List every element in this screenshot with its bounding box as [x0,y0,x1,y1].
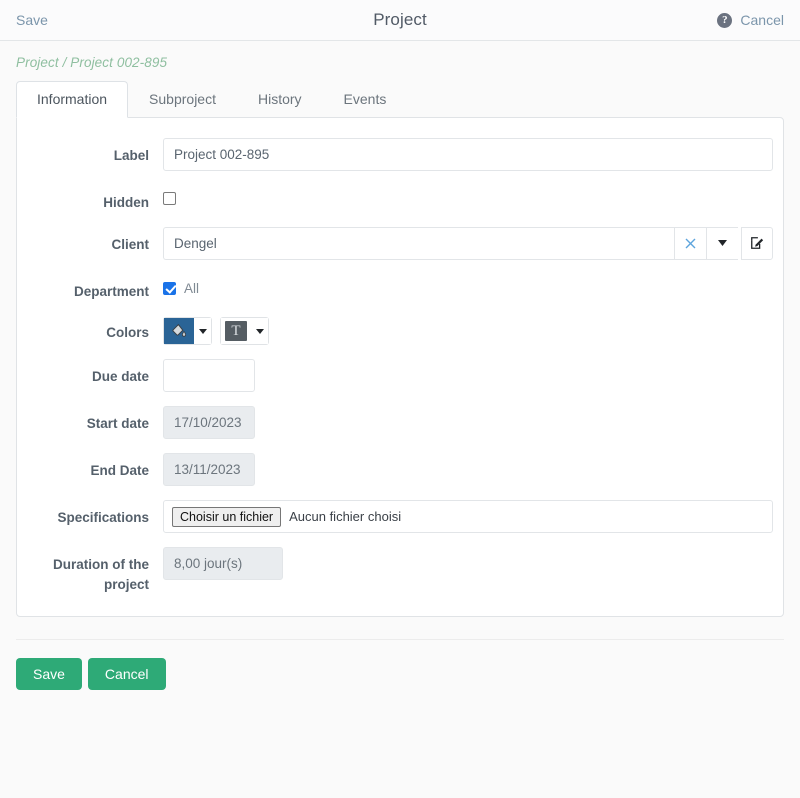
close-x-icon[interactable] [674,226,706,260]
tab-subproject[interactable]: Subproject [128,81,237,118]
chevron-down-glyph [718,240,727,247]
specifications-file-input[interactable]: Choisir un fichier Aucun fichier choisi [163,500,773,534]
due-date-field-area [163,359,773,393]
department-all-checkbox[interactable] [163,281,176,295]
save-button[interactable]: Save [16,658,82,691]
text-color-T-glyph: T [225,321,247,342]
specifications-field-area: Choisir un fichier Aucun fichier choisi [163,500,773,534]
client-field-area [163,226,773,260]
page-title: Project [373,10,427,29]
paint-bucket-glyph [172,323,187,337]
text-color-picker: T [220,317,269,346]
label-field-area [163,138,773,171]
hidden-checkbox-wrap [163,185,773,205]
department-field-label: Department [73,283,149,299]
client-input-group [163,226,773,260]
duration-input [163,547,283,581]
due-date-input[interactable] [163,359,255,393]
form-row-client: Client [27,226,773,260]
breadcrumb[interactable]: Project / Project 002-895 [0,41,800,70]
colors-controls: T [163,315,773,346]
specifications-field-label: Specifications [57,510,149,526]
form-row-specifications: Specifications Choisir un fichier Aucun … [27,500,773,534]
text-color-caret-down-icon[interactable] [251,318,268,345]
form-row-start-date: Start date [27,406,773,440]
form-row-label: Label [27,138,773,171]
form-row-due-date: Due date [27,359,773,393]
end-date-field-area [163,453,773,487]
edit-pencil-square-glyph [751,237,764,249]
duration-field-label: Duration of the project [53,557,149,592]
end-date-input [163,453,255,487]
information-form-card: Label Hidden Client [16,117,784,618]
client-input[interactable] [163,226,674,260]
start-date-input [163,406,255,440]
choose-file-button[interactable]: Choisir un fichier [172,506,282,527]
label-input[interactable] [163,138,773,171]
tab-bar: Information Subproject History Events [0,70,800,118]
start-date-field-label: Start date [86,416,149,432]
footer-actions: Save Cancel [0,640,800,691]
caret-down-glyph-text [255,328,264,334]
tab-information[interactable]: Information [16,81,129,118]
chevron-down-icon[interactable] [706,226,738,260]
caret-down-glyph-bg [198,328,207,334]
form-row-department: Department All [27,274,773,302]
form-row-duration: Duration of the project [27,547,773,594]
tab-history[interactable]: History [237,81,323,118]
form-row-end-date: End Date [27,453,773,487]
topbar-right-actions: ? Cancel [717,12,784,28]
topbar-save-link[interactable]: Save [16,12,48,28]
paint-bucket-icon[interactable] [164,318,194,345]
topbar-cancel-link[interactable]: Cancel [740,12,784,28]
client-field-label: Client [111,236,149,252]
department-checkbox-wrap: All [163,274,773,296]
end-date-field-label: End Date [90,463,149,479]
edit-pencil-square-icon[interactable] [741,226,773,260]
due-date-field-label: Due date [91,369,149,385]
top-bar: Save Project ? Cancel [0,0,800,41]
cancel-button[interactable]: Cancel [87,658,166,691]
department-field-area: All [163,274,773,296]
hidden-field-label: Hidden [103,195,149,210]
selected-file-name: Aucun fichier choisi [289,509,402,525]
start-date-field-area [163,406,773,440]
hidden-checkbox[interactable] [163,192,176,205]
colors-field-label: Colors [106,325,149,341]
background-color-picker [163,317,212,346]
text-color-T-icon[interactable]: T [221,318,251,345]
duration-field-area [163,547,773,581]
colors-field-area: T [163,315,773,346]
hidden-field-area [163,185,773,205]
department-all-label: All [184,280,200,296]
form-row-colors: Colors T [27,315,773,346]
help-circle-icon[interactable]: ? [717,12,733,28]
background-color-caret-down-icon[interactable] [194,318,211,345]
form-row-hidden: Hidden [27,185,773,213]
label-field-label: Label [113,148,149,163]
close-x-glyph [685,238,696,249]
tab-events[interactable]: Events [323,81,408,118]
